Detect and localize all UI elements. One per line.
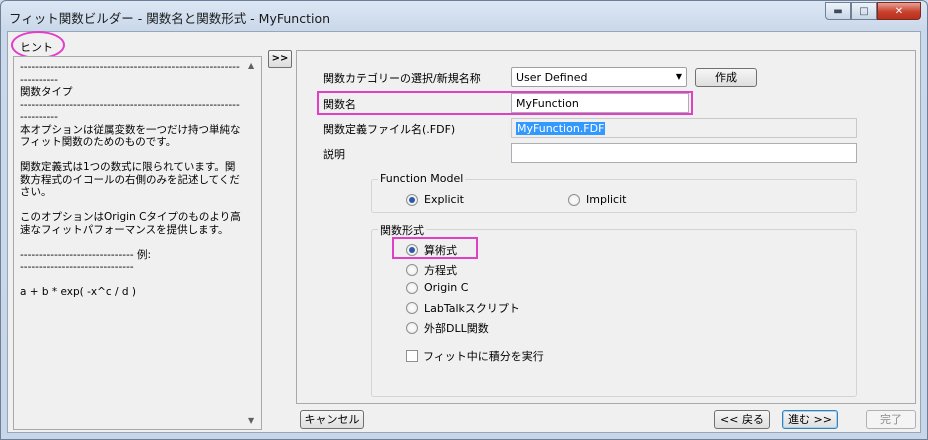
dialog-client-area: ヒント ------------------------------------… bbox=[7, 31, 921, 433]
create-button[interactable]: 作成 bbox=[695, 68, 757, 87]
radio-external-dll-label: 外部DLL関数 bbox=[424, 322, 489, 335]
description-label: 説明 bbox=[323, 148, 345, 161]
radio-arithmetic-label: 算術式 bbox=[424, 244, 457, 257]
function-settings-panel: 関数カテゴリーの選択/新規名称 User Defined ▼ 作成 関数名 My… bbox=[296, 50, 916, 404]
scroll-down-icon[interactable]: ▼ bbox=[248, 416, 254, 425]
window-title: フィット関数ビルダー - 関数名と関数形式 - MyFunction bbox=[9, 11, 331, 26]
integrate-label: フィット中に積分を実行 bbox=[423, 350, 544, 363]
radio-explicit-label: Explicit bbox=[424, 193, 464, 206]
cancel-button[interactable]: キャンセル bbox=[300, 410, 364, 429]
name-label: 関数名 bbox=[323, 98, 356, 111]
next-button[interactable]: 進む >> bbox=[782, 410, 838, 429]
toggle-hint-button[interactable]: >> bbox=[268, 50, 292, 68]
radio-selected-icon bbox=[406, 244, 418, 256]
category-label: 関数カテゴリーの選択/新規名称 bbox=[323, 72, 481, 85]
radio-equation[interactable]: 方程式 bbox=[406, 262, 457, 278]
hint-scrollbar[interactable]: ▲ ▼ bbox=[244, 57, 261, 429]
radio-unselected-icon bbox=[406, 322, 418, 334]
dialog-window: フィット関数ビルダー - 関数名と関数形式 - MyFunction ▬ □ ✕… bbox=[0, 0, 928, 440]
radio-selected-icon bbox=[406, 193, 418, 206]
maximize-button[interactable]: □ bbox=[851, 2, 877, 20]
radio-explicit[interactable]: Explicit bbox=[406, 193, 464, 206]
function-form-group: 関数形式 算術式 方程式 Origin C LabTalkスクリプト 外部DLL… bbox=[371, 222, 857, 397]
fdf-filename-field[interactable]: MyFunction.FDF bbox=[511, 118, 857, 138]
radio-unselected-icon bbox=[568, 193, 580, 206]
scroll-up-icon[interactable]: ▲ bbox=[248, 61, 254, 70]
function-model-title: Function Model bbox=[378, 172, 466, 185]
chevron-down-icon: ▼ bbox=[675, 72, 682, 81]
function-name-input[interactable]: MyFunction bbox=[511, 93, 689, 113]
category-value: User Defined bbox=[516, 71, 588, 84]
category-dropdown[interactable]: User Defined ▼ bbox=[511, 67, 687, 87]
title-bar[interactable]: フィット関数ビルダー - 関数名と関数形式 - MyFunction ▬ □ ✕ bbox=[1, 1, 927, 31]
minimize-button[interactable]: ▬ bbox=[825, 2, 851, 20]
radio-labtalk[interactable]: LabTalkスクリプト bbox=[406, 300, 520, 316]
radio-external-dll[interactable]: 外部DLL関数 bbox=[406, 320, 489, 336]
integrate-checkbox[interactable]: フィット中に積分を実行 bbox=[406, 348, 544, 364]
back-button[interactable]: << 戻る bbox=[714, 410, 770, 429]
radio-implicit-label: Implicit bbox=[586, 193, 627, 206]
radio-origin-c[interactable]: Origin C bbox=[406, 281, 468, 294]
radio-unselected-icon bbox=[406, 302, 418, 314]
function-form-title: 関数形式 bbox=[378, 222, 426, 238]
radio-arithmetic[interactable]: 算術式 bbox=[406, 242, 457, 258]
radio-unselected-icon bbox=[406, 281, 418, 294]
checkbox-icon bbox=[406, 350, 418, 362]
description-input[interactable] bbox=[511, 143, 857, 163]
radio-equation-label: 方程式 bbox=[424, 264, 457, 277]
radio-origin-c-label: Origin C bbox=[424, 281, 469, 294]
hint-panel: ----------------------------------------… bbox=[13, 56, 262, 430]
window-controls: ▬ □ ✕ bbox=[825, 2, 921, 20]
function-model-group: Function Model Explicit Implicit bbox=[371, 172, 857, 213]
fdf-filename-value: MyFunction.FDF bbox=[516, 122, 606, 135]
hint-text: ----------------------------------------… bbox=[20, 61, 241, 298]
finish-button[interactable]: 完了 bbox=[866, 410, 916, 429]
radio-labtalk-label: LabTalkスクリプト bbox=[424, 302, 520, 315]
hint-label-highlight bbox=[11, 31, 65, 59]
fdf-label: 関数定義ファイル名(.FDF) bbox=[323, 123, 456, 136]
close-button[interactable]: ✕ bbox=[877, 2, 921, 20]
radio-unselected-icon bbox=[406, 264, 418, 276]
radio-implicit[interactable]: Implicit bbox=[568, 193, 626, 206]
